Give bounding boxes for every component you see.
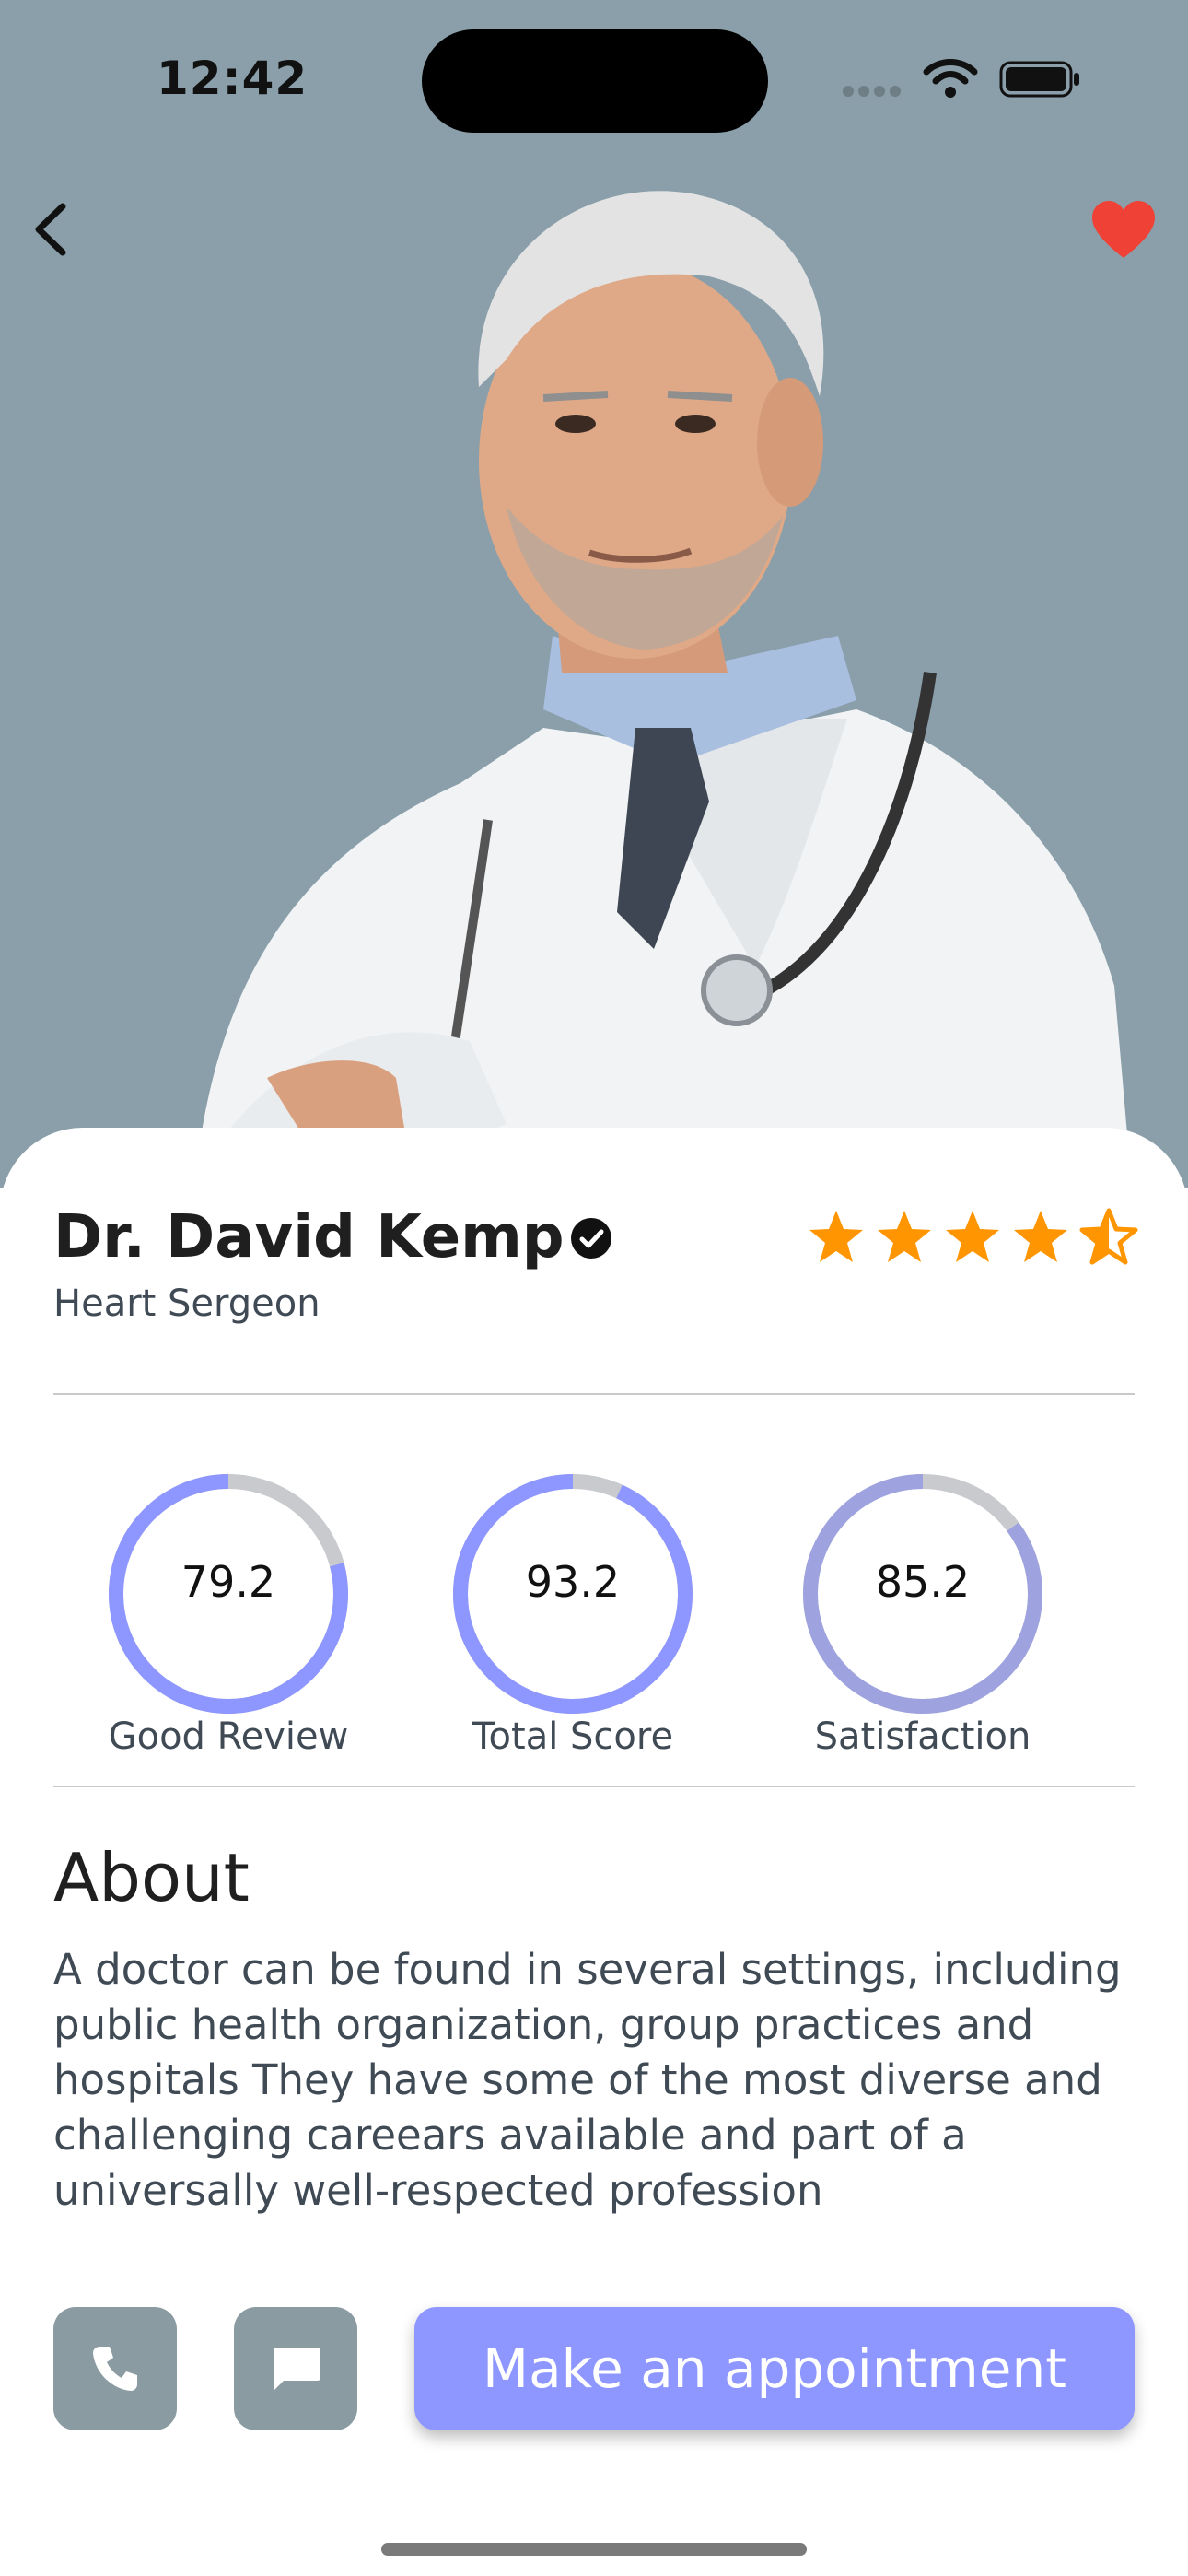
star-icon: [878, 1211, 931, 1262]
stat-good-review: 79.2 Good Review: [90, 1456, 367, 1769]
about-description: A doctor can be found in several setting…: [53, 1945, 1122, 2215]
stat-total-score: 93.2 Total Score: [435, 1456, 711, 1769]
verified-check-icon: [571, 1218, 611, 1259]
divider: [53, 1393, 1135, 1395]
doctor-name: Dr. David Kemp: [53, 1203, 565, 1271]
phone-icon: [93, 2347, 137, 2391]
doctor-photo: [194, 191, 1133, 1188]
chat-icon: [274, 2348, 320, 2390]
dynamic-island: [422, 29, 768, 133]
doctor-specialty: Heart Sergeon: [53, 1282, 320, 1325]
stat-value: 93.2: [525, 1557, 621, 1607]
home-indicator: [381, 2543, 807, 2556]
back-chevron-icon[interactable]: [26, 197, 77, 262]
stat-label: Satisfaction: [814, 1715, 1031, 1758]
status-time: 12:42: [157, 52, 309, 105]
star-icon: [809, 1211, 863, 1262]
call-button[interactable]: [53, 2307, 177, 2430]
star-icon: [946, 1211, 999, 1262]
stat-satisfaction: 85.2 Satisfaction: [785, 1456, 1061, 1769]
divider: [53, 1786, 1135, 1787]
cellular-signal-icon: [843, 83, 907, 97]
about-heading: About: [53, 1839, 250, 1916]
half-star-icon: [1079, 1208, 1138, 1265]
stat-value: 85.2: [875, 1557, 971, 1607]
stat-label: Good Review: [108, 1715, 349, 1758]
make-appointment-button[interactable]: Make an appointment: [414, 2307, 1135, 2430]
stat-label: Total Score: [472, 1715, 674, 1758]
battery-icon: [999, 61, 1079, 98]
favorite-heart-icon[interactable]: [1089, 199, 1159, 263]
wifi-icon: [923, 59, 978, 98]
star-icon: [1014, 1211, 1067, 1262]
stat-value: 79.2: [181, 1557, 276, 1607]
hero-section: 12:42: [0, 0, 1188, 1188]
message-button[interactable]: [234, 2307, 357, 2430]
rating-stars: [807, 1207, 1138, 1268]
